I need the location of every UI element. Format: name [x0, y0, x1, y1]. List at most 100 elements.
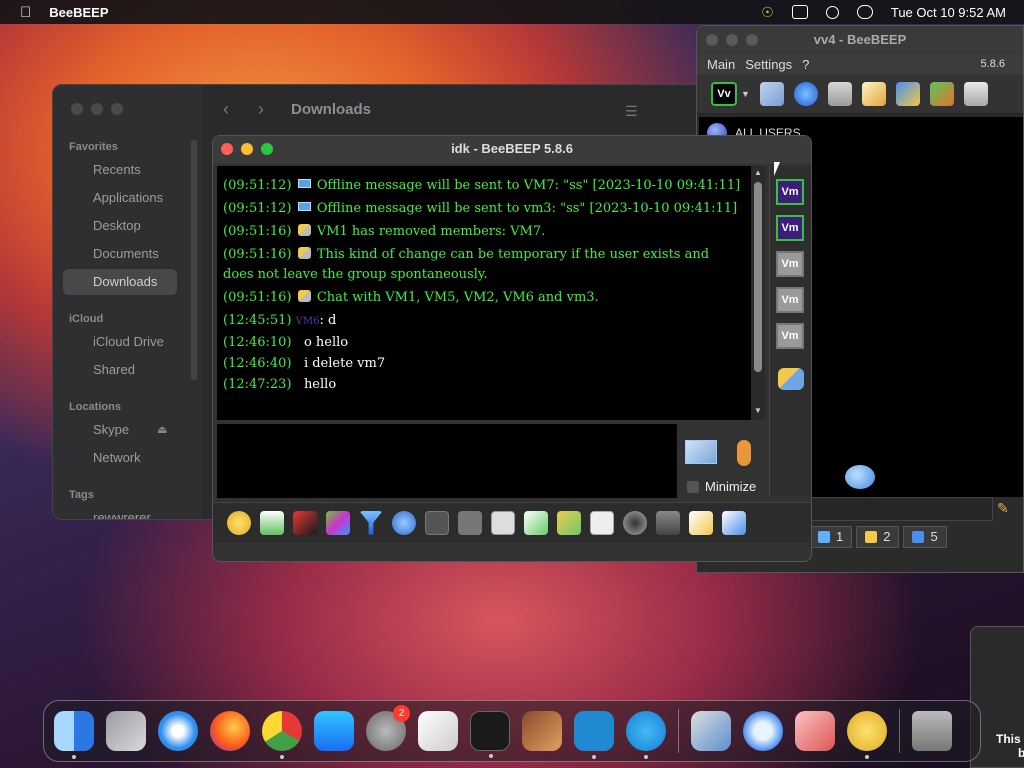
screenshot-icon[interactable]: [623, 510, 647, 535]
emoticon-icon[interactable]: [227, 510, 251, 535]
terminal-dock-icon[interactable]: [470, 711, 510, 758]
preview-dock-icon[interactable]: [691, 711, 731, 751]
edit-profile-icon[interactable]: [759, 81, 784, 106]
close-icon[interactable]: [71, 103, 83, 115]
trash-dock-icon[interactable]: [912, 711, 952, 751]
app-store-dock-icon[interactable]: [314, 711, 354, 751]
minimize-icon[interactable]: [726, 34, 738, 46]
network-icon[interactable]: [895, 81, 920, 106]
sidebar-scrollbar[interactable]: [191, 140, 197, 380]
user-status-button[interactable]: Vv: [711, 81, 737, 106]
message-text: i delete vm7: [303, 356, 386, 371]
envelope-icon: [297, 179, 311, 188]
textedit-dock-icon[interactable]: [418, 711, 458, 751]
apple-menu-icon[interactable]: : [20, 4, 31, 21]
share-icon[interactable]: [524, 510, 548, 535]
send-file-icon[interactable]: [260, 510, 284, 535]
menu-settings[interactable]: Settings: [745, 57, 792, 72]
safari-dock-icon[interactable]: [158, 711, 198, 751]
member-avatar[interactable]: Vm: [776, 251, 804, 277]
message-history[interactable]: (09:51:12) Offline message will be sent …: [217, 166, 751, 420]
window-icon[interactable]: [791, 5, 808, 19]
folder-icon[interactable]: [557, 510, 581, 535]
text-icon[interactable]: [458, 510, 482, 535]
finder-dock-icon[interactable]: [54, 711, 94, 759]
close-icon[interactable]: [221, 143, 233, 155]
zoom-icon[interactable]: [746, 34, 758, 46]
eject-icon[interactable]: ⏏: [157, 423, 167, 436]
group-members-icon[interactable]: [778, 368, 804, 390]
chrome-dock-icon[interactable]: [262, 711, 302, 759]
send-message-icon[interactable]: [685, 440, 717, 464]
write-note-icon[interactable]: [861, 81, 886, 106]
beebeep-dock-icon[interactable]: [847, 711, 887, 759]
parallels-dock-icon[interactable]: [795, 711, 835, 751]
search-icon[interactable]: [825, 5, 839, 19]
filter-icon[interactable]: [359, 510, 383, 535]
vscode-dock-icon[interactable]: [574, 711, 614, 759]
close-icon[interactable]: [706, 34, 718, 46]
music-note-icon[interactable]: [491, 510, 515, 535]
minimize-icon[interactable]: [241, 143, 253, 155]
spellcheck-icon[interactable]: [425, 510, 449, 535]
save-chat-icon[interactable]: [722, 510, 746, 535]
list-view-icon[interactable]: ☰: [625, 103, 638, 120]
skype-dock-icon[interactable]: [626, 711, 666, 759]
sidebar-item-network[interactable]: Network: [63, 445, 177, 471]
microphone-icon[interactable]: [737, 440, 751, 466]
minimize-option[interactable]: Minimize: [687, 479, 756, 494]
minimize-checkbox[interactable]: [687, 480, 699, 493]
zoom-icon[interactable]: [261, 143, 273, 155]
app-menu-name[interactable]: BeeBEEP: [49, 5, 108, 20]
message-input[interactable]: [217, 424, 677, 498]
tab-groups-count: 2: [883, 529, 891, 544]
member-avatar[interactable]: Vm: [776, 215, 804, 241]
sidebar-item-documents[interactable]: Documents: [63, 241, 177, 267]
forward-icon[interactable]: ›: [258, 99, 264, 119]
chevron-down-icon[interactable]: ▼: [741, 89, 750, 99]
garageband-dock-icon[interactable]: [522, 711, 562, 751]
tab-groups[interactable]: 2: [856, 526, 900, 548]
scroll-down-icon[interactable]: ▼: [754, 406, 762, 415]
sidebar-item-desktop[interactable]: Desktop: [63, 213, 177, 239]
file-sharing-icon[interactable]: [827, 81, 852, 106]
clear-search-icon[interactable]: ✎: [997, 500, 1013, 518]
launchpad-dock-icon[interactable]: [106, 711, 146, 751]
sidebar-item-applications[interactable]: Applications: [63, 185, 177, 211]
scroll-up-icon[interactable]: ▲: [754, 168, 762, 177]
clock[interactable]: Tue Oct 10 9:52 AM: [891, 5, 1006, 20]
system-settings-dock-icon[interactable]: 2: [366, 705, 410, 751]
sidebar-item-recents[interactable]: Recents: [63, 157, 177, 183]
settings-icon[interactable]: [392, 510, 416, 535]
member-avatar[interactable]: Vm: [776, 179, 804, 205]
message-scrollbar[interactable]: ▲ ▼: [751, 166, 765, 420]
trash-icon[interactable]: [963, 81, 988, 106]
menu-help[interactable]: ?: [802, 57, 809, 72]
color-icon[interactable]: [326, 510, 350, 535]
beebeep-status-icon[interactable]: ☉: [761, 4, 774, 21]
broadcast-icon[interactable]: [793, 81, 818, 106]
font-icon[interactable]: [293, 510, 317, 535]
member-avatar[interactable]: Vm: [776, 287, 804, 313]
sidebar-item-tag[interactable]: rewwrerer: [63, 505, 177, 519]
member-avatar[interactable]: Vm: [776, 323, 804, 349]
quicktime-dock-icon[interactable]: [743, 711, 783, 751]
users-icon: [297, 290, 311, 302]
tab-users[interactable]: 1: [809, 526, 853, 548]
sidebar-item-shared[interactable]: Shared: [63, 357, 177, 383]
control-center-icon[interactable]: [856, 5, 873, 19]
message-text: : d: [319, 313, 337, 328]
sidebar-item-downloads[interactable]: Downloads: [63, 269, 177, 295]
keyboard-icon[interactable]: [656, 510, 680, 535]
zoom-icon[interactable]: [111, 103, 123, 115]
html-icon[interactable]: [590, 510, 614, 535]
scrollbar-thumb[interactable]: [754, 182, 762, 372]
sidebar-item-icloud-drive[interactable]: iCloud Drive: [63, 329, 177, 355]
plugins-icon[interactable]: [929, 81, 954, 106]
back-icon[interactable]: ‹: [223, 99, 229, 119]
edit-note-icon[interactable]: [689, 510, 713, 535]
minimize-icon[interactable]: [91, 103, 103, 115]
tab-chats[interactable]: 5: [903, 526, 947, 548]
firefox-dock-icon[interactable]: [210, 711, 250, 751]
menu-main[interactable]: Main: [707, 57, 735, 72]
